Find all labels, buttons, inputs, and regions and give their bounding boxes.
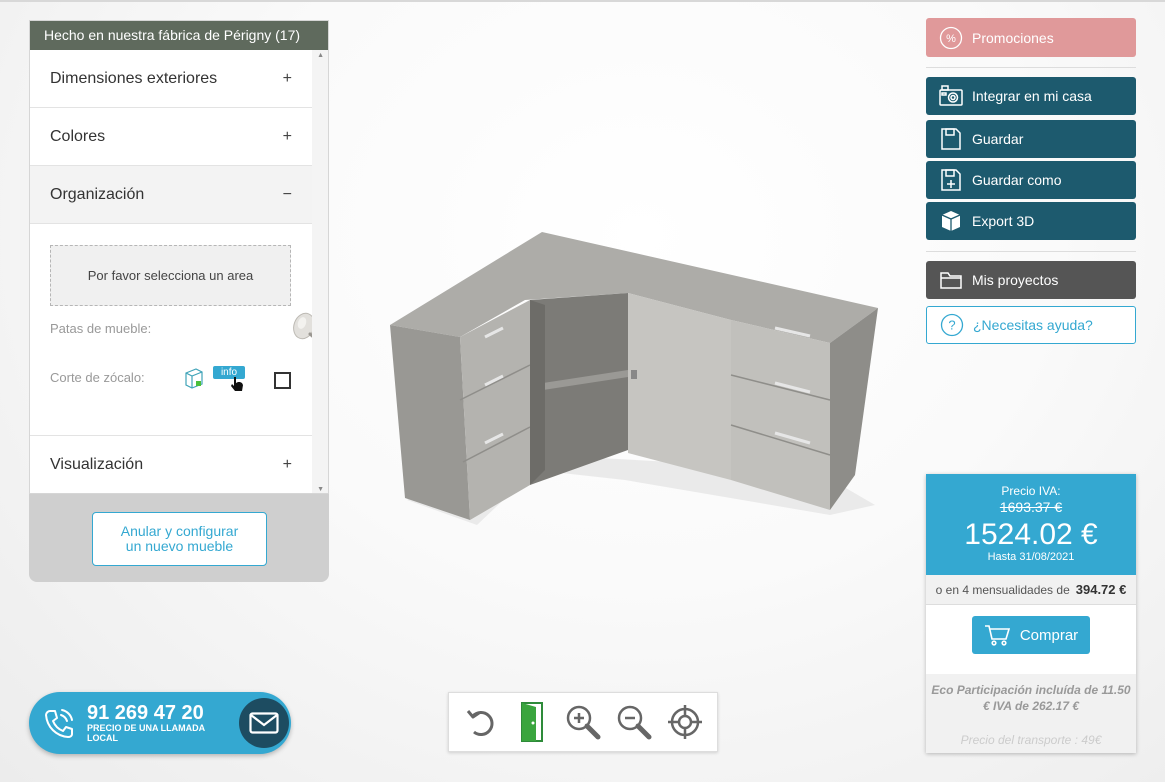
help-button[interactable]: ? ¿Necesitas ayuda? bbox=[926, 306, 1136, 344]
integrate-home-button[interactable]: Integrar en mi casa bbox=[926, 77, 1136, 115]
accordion-dimensiones[interactable]: Dimensiones exteriores + bbox=[30, 50, 312, 108]
configurator-panel: Hecho en nuestra fábrica de Périgny (17)… bbox=[29, 20, 329, 494]
expand-icon: + bbox=[282, 127, 292, 145]
installments-row: o en 4 mensualidades de 394.72 € bbox=[926, 575, 1136, 605]
accordion-visualizacion[interactable]: Visualización + bbox=[30, 436, 312, 493]
plinth-cube-icon bbox=[184, 367, 204, 394]
view-toolbar bbox=[448, 692, 718, 752]
help-icon: ? bbox=[937, 310, 967, 340]
phone-icon bbox=[41, 705, 77, 746]
area-select-prompt[interactable]: Por favor selecciona un area bbox=[50, 245, 291, 306]
cart-icon bbox=[984, 625, 1010, 646]
save-as-label: Guardar como bbox=[972, 172, 1062, 188]
phone-subtitle: PRECIO DE UNA LLAMADA LOCAL bbox=[87, 723, 205, 743]
scroll-down-icon[interactable]: ▼ bbox=[317, 486, 324, 493]
phone-contact-widget[interactable]: 91 269 47 20 PRECIO DE UNA LLAMADA LOCAL bbox=[29, 692, 291, 754]
corte-label: Corte de zócalo: bbox=[50, 370, 145, 385]
price-header: Precio IVA: 1693.37 € 1524.02 € Hasta 31… bbox=[926, 474, 1136, 575]
panel-header: Hecho en nuestra fábrica de Périgny (17) bbox=[30, 21, 328, 50]
export-3d-button[interactable]: Export 3D bbox=[926, 202, 1136, 240]
promotions-button[interactable]: % Promociones bbox=[926, 18, 1136, 57]
phone-number: 91 269 47 20 bbox=[87, 702, 204, 724]
area-prompt-text: Por favor selecciona un area bbox=[87, 268, 254, 283]
current-price: 1524.02 € bbox=[964, 518, 1098, 551]
installments-value: 394.72 € bbox=[1075, 582, 1127, 597]
save-button[interactable]: Guardar bbox=[926, 120, 1136, 158]
accordion-organizacion[interactable]: Organización − bbox=[30, 166, 312, 224]
scroll-up-icon[interactable]: ▲ bbox=[317, 52, 324, 59]
cancel-configure-button[interactable]: Anular y configurar un nuevo mueble bbox=[92, 512, 267, 566]
zoom-out-icon[interactable] bbox=[614, 702, 654, 742]
installments-text: o en 4 mensualidades de bbox=[935, 582, 1070, 597]
corte-checkbox[interactable] bbox=[274, 372, 291, 389]
buy-button[interactable]: Comprar bbox=[972, 616, 1090, 654]
furniture-3d-view[interactable] bbox=[385, 225, 885, 535]
promotions-label: Promociones bbox=[972, 29, 1054, 46]
buy-label: Comprar bbox=[1019, 626, 1079, 644]
eco-line1: Eco Participación incluída de 11.50 bbox=[931, 683, 1131, 697]
email-button[interactable] bbox=[239, 698, 289, 748]
svg-text:%: % bbox=[946, 33, 956, 45]
door-icon[interactable] bbox=[512, 702, 552, 742]
save-as-button[interactable]: Guardar como bbox=[926, 161, 1136, 199]
patas-label: Patas de mueble: bbox=[50, 321, 152, 336]
divider bbox=[926, 251, 1136, 252]
accordion-label: Colores bbox=[50, 127, 106, 145]
folder-icon bbox=[936, 265, 966, 295]
price-valid-until: Hasta 31/08/2021 bbox=[987, 551, 1075, 563]
cancel-line2: un nuevo mueble bbox=[125, 538, 234, 554]
percent-icon: % bbox=[936, 23, 966, 53]
price-label: Precio IVA: bbox=[1001, 484, 1061, 498]
divider bbox=[926, 67, 1136, 68]
zoom-in-icon[interactable] bbox=[563, 702, 603, 742]
my-projects-button[interactable]: Mis proyectos bbox=[926, 261, 1136, 299]
eco-participation: Eco Participación incluída de 11.50 € IV… bbox=[926, 674, 1136, 753]
save-file-icon bbox=[936, 124, 966, 154]
accordion-colores[interactable]: Colores + bbox=[30, 108, 312, 166]
organizacion-content: Por favor selecciona un area Patas de mu… bbox=[30, 224, 320, 436]
eco-line2: € IVA de 262.17 € bbox=[982, 699, 1080, 713]
accordion-label: Organización bbox=[50, 185, 145, 203]
rotate-icon[interactable] bbox=[461, 702, 501, 742]
accordion-label: Dimensiones exteriores bbox=[50, 69, 218, 87]
projects-label: Mis proyectos bbox=[972, 272, 1059, 288]
price-box: Precio IVA: 1693.37 € 1524.02 € Hasta 31… bbox=[926, 474, 1136, 753]
save-label: Guardar bbox=[972, 131, 1024, 147]
integrate-label: Integrar en mi casa bbox=[972, 88, 1092, 104]
svg-text:?: ? bbox=[948, 318, 955, 333]
cancel-line1: Anular y configurar bbox=[120, 523, 239, 539]
cube-icon bbox=[936, 206, 966, 236]
export-label: Export 3D bbox=[972, 213, 1035, 229]
target-icon[interactable] bbox=[665, 702, 705, 742]
transport-price: Precio del transporte : 49€ bbox=[960, 733, 1102, 747]
expand-icon: + bbox=[282, 69, 292, 87]
camera-icon bbox=[936, 81, 966, 111]
collapse-icon: − bbox=[282, 185, 292, 203]
accordion-label: Visualización bbox=[50, 455, 144, 473]
top-divider bbox=[0, 0, 1165, 2]
expand-icon: + bbox=[282, 455, 292, 473]
envelope-icon bbox=[249, 712, 279, 734]
hand-pointer-icon bbox=[229, 376, 245, 397]
help-label: ¿Necesitas ayuda? bbox=[973, 317, 1093, 333]
panel-scrollbar[interactable]: ▲ ▼ bbox=[312, 50, 328, 493]
old-price: 1693.37 € bbox=[999, 499, 1063, 515]
save-as-icon bbox=[936, 165, 966, 195]
